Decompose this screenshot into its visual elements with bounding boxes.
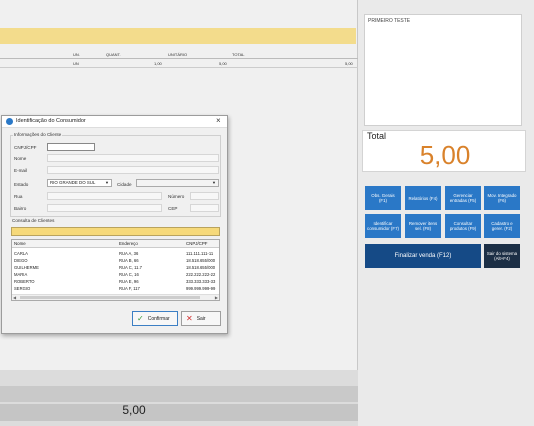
table-row[interactable]: DIEGO RUA B, 66 18.518.655/000 (12, 257, 219, 264)
grid-cell: RUA B, 66 (119, 258, 139, 263)
remover-itens-button[interactable]: Remover itens sel. (F8) (405, 214, 441, 238)
nome-label: Nome (14, 156, 27, 161)
estado-value: RIO GRANDE DO SUL (50, 180, 96, 185)
table-row[interactable]: CARLA RUA A, 36 111.111.111-11 (12, 250, 219, 257)
grid-horizontal-scrollbar[interactable]: ◀ ▶ (12, 294, 219, 300)
dialog-title: Identificação do Consumidor (16, 118, 86, 124)
client-search-input[interactable] (11, 227, 220, 236)
header-quant: QUANT. (106, 52, 121, 57)
cadastro-button[interactable]: Cadastro e gerer. (F2) (484, 214, 520, 238)
observation-textarea[interactable]: PRIMEIRO TESTE (364, 14, 522, 126)
client-search-label: Consulta de Clientes (12, 218, 55, 223)
items-table-header: UN. QUANT. UNITÁRIO TOTAL (0, 50, 358, 59)
table-row[interactable]: SERGIO RUA F, 117 999.999.999-99 (12, 285, 219, 292)
bairro-label: Bairro (14, 206, 27, 211)
grid-cell: RUA F, 117 (119, 286, 140, 291)
header-unitario: UNITÁRIO (168, 52, 188, 57)
grid-cell: GUILHERME (14, 265, 39, 270)
grid-cell: 222.222.222-22 (186, 272, 216, 277)
cell-unitario: 5,00 (219, 61, 227, 66)
client-info-group-label: Informações do Cliente (13, 132, 63, 137)
grid-cell: 18.518.655/000 (186, 258, 216, 263)
app-icon (6, 118, 13, 125)
table-row[interactable]: ROBERTO RUA E, 96 333.333.333-33 (12, 278, 219, 285)
consultar-produtos-button[interactable]: Consultar produtos (F9) (445, 214, 481, 238)
exit-label: Sair (196, 315, 206, 322)
chevron-down-icon: ▼ (105, 180, 109, 185)
numero-label: Número (168, 194, 185, 199)
estado-select[interactable]: RIO GRANDE DO SUL ▼ (47, 179, 112, 187)
table-row[interactable]: UN 1,00 5,00 5,00 (0, 59, 358, 68)
grid-cell: MARIA (14, 272, 28, 277)
cnpj-input[interactable] (47, 143, 95, 151)
product-search-bar[interactable] (0, 28, 356, 44)
grid-header-endereco[interactable]: Endereço (119, 241, 138, 246)
table-row[interactable]: GUILHERME RUA C, 11.7 18.518.655/000 (12, 264, 219, 271)
mov-integrado-button[interactable]: Mov. Integrado (F6) (484, 186, 520, 210)
estado-label: Estado (14, 182, 29, 187)
rua-input[interactable] (47, 192, 162, 200)
chevron-down-icon: ▼ (212, 180, 216, 185)
identificar-consumidor-button[interactable]: Identificar consumidor (F7) (365, 214, 401, 238)
relatorios-button[interactable]: Relatórios (F4) (405, 186, 441, 210)
table-row[interactable]: MARIA RUA C, 16 222.222.222-22 (12, 271, 219, 278)
cidade-label: Cidade (117, 182, 132, 187)
cell-total: 5,00 (345, 61, 353, 66)
cell-un: UN (73, 61, 79, 66)
finalizar-venda-button[interactable]: Finalizar venda (F12) (365, 244, 481, 268)
cep-label: CEP (168, 206, 178, 211)
sair-sistema-button[interactable]: Sair do sistema (Alt+F4) (484, 244, 520, 268)
grid-cell: DIEGO (14, 258, 28, 263)
scroll-thumb[interactable] (20, 296, 200, 299)
total-value: 5,00 (419, 140, 471, 170)
rua-label: Rua (14, 194, 23, 199)
dialog-titlebar[interactable]: Identificação do Consumidor × (2, 116, 227, 128)
checkmark-icon: ✓ (137, 314, 144, 323)
grid-cell: 999.999.999-99 (186, 286, 216, 291)
grid-cell: ROBERTO (14, 279, 35, 284)
grid-cell: RUA C, 11.7 (119, 265, 142, 270)
numero-input[interactable] (190, 192, 219, 200)
grid-cell: CARLA (14, 251, 28, 256)
scroll-left-icon[interactable]: ◀ (13, 295, 16, 300)
grid-cell: RUA E, 96 (119, 279, 139, 284)
nome-input[interactable] (47, 154, 219, 162)
cidade-select[interactable]: ▼ (136, 179, 219, 187)
grid-cell: RUA A, 36 (119, 251, 139, 256)
grid-cell: RUA C, 16 (119, 272, 139, 277)
email-input[interactable] (47, 166, 219, 174)
close-icon[interactable]: × (216, 116, 221, 125)
obs-gerais-button[interactable]: Obs. Gerais (F1) (365, 186, 401, 210)
header-total: TOTAL (232, 52, 245, 57)
scroll-right-icon[interactable]: ▶ (215, 295, 218, 300)
grid-header-cnpj[interactable]: CNPJ/CPF (186, 241, 207, 246)
cep-input[interactable] (190, 204, 219, 212)
cell-quant: 1,00 (154, 61, 162, 66)
confirm-label: Confirmar (147, 315, 170, 322)
cnpj-label: CNPJ/CPF (14, 145, 37, 150)
gerenciar-entradas-button[interactable]: Gerenciar entradas (F5) (445, 186, 481, 210)
email-label: E-mail (14, 168, 28, 173)
clients-grid: Nome Endereço CNPJ/CPF CARLA RUA A, 36 1… (11, 239, 220, 301)
grid-cell: SERGIO (14, 286, 31, 291)
bairro-input[interactable] (47, 204, 162, 212)
clients-grid-header: Nome Endereço CNPJ/CPF (12, 240, 219, 248)
observation-text: PRIMEIRO TESTE (368, 18, 411, 24)
grid-cell: 111.111.111-11 (186, 251, 214, 256)
confirm-button[interactable]: ✓ Confirmar (132, 311, 178, 326)
grid-cell: 333.333.333-33 (186, 279, 216, 284)
bottom-strip (0, 386, 358, 402)
exit-button[interactable]: ✕ Sair (181, 311, 221, 326)
consumer-identification-dialog: Identificação do Consumidor × Informaçõe… (1, 115, 228, 334)
total-box: Total 5,00 (362, 130, 526, 172)
grid-header-nome[interactable]: Nome (14, 241, 26, 246)
close-icon: ✕ (186, 314, 193, 323)
header-un: UN. (73, 52, 80, 57)
bottom-total-value: 5,00 (122, 403, 146, 417)
grid-cell: 18.518.655/000 (186, 265, 216, 270)
